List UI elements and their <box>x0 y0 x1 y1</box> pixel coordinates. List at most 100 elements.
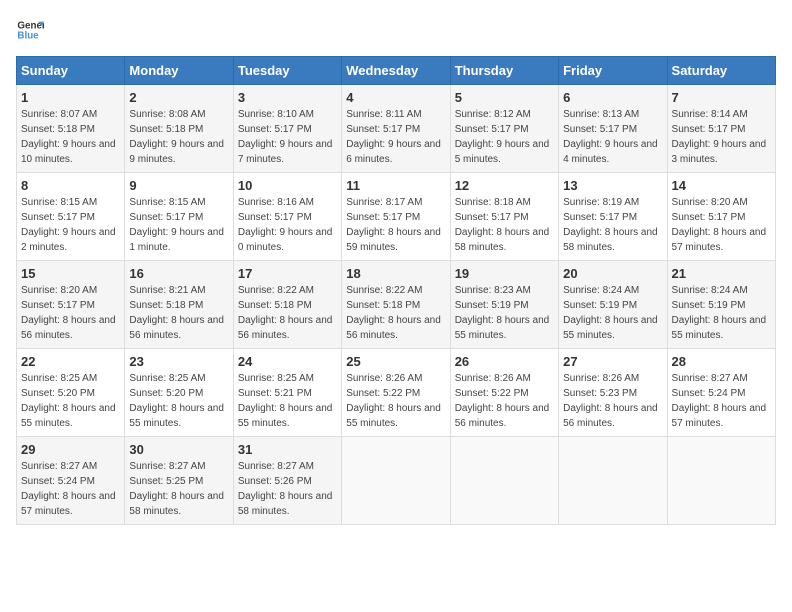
day-info: Sunrise: 8:10 AM Sunset: 5:17 PM Dayligh… <box>238 107 337 167</box>
day-info: Sunrise: 8:27 AM Sunset: 5:24 PM Dayligh… <box>21 459 120 519</box>
header-thursday: Thursday <box>450 57 558 85</box>
day-number: 16 <box>129 266 228 281</box>
day-info: Sunrise: 8:27 AM Sunset: 5:25 PM Dayligh… <box>129 459 228 519</box>
day-info: Sunrise: 8:22 AM Sunset: 5:18 PM Dayligh… <box>346 283 445 343</box>
day-info: Sunrise: 8:15 AM Sunset: 5:17 PM Dayligh… <box>21 195 120 255</box>
day-number: 8 <box>21 178 120 193</box>
header-saturday: Saturday <box>667 57 775 85</box>
day-cell: 27 Sunrise: 8:26 AM Sunset: 5:23 PM Dayl… <box>559 349 667 437</box>
day-info: Sunrise: 8:13 AM Sunset: 5:17 PM Dayligh… <box>563 107 662 167</box>
page-header: General Blue <box>16 16 776 44</box>
day-info: Sunrise: 8:11 AM Sunset: 5:17 PM Dayligh… <box>346 107 445 167</box>
day-info: Sunrise: 8:26 AM Sunset: 5:22 PM Dayligh… <box>346 371 445 431</box>
day-cell: 8 Sunrise: 8:15 AM Sunset: 5:17 PM Dayli… <box>17 173 125 261</box>
day-cell <box>342 437 450 525</box>
day-info: Sunrise: 8:21 AM Sunset: 5:18 PM Dayligh… <box>129 283 228 343</box>
day-cell: 1 Sunrise: 8:07 AM Sunset: 5:18 PM Dayli… <box>17 85 125 173</box>
day-number: 14 <box>672 178 771 193</box>
day-number: 27 <box>563 354 662 369</box>
calendar-table: SundayMondayTuesdayWednesdayThursdayFrid… <box>16 56 776 525</box>
day-info: Sunrise: 8:26 AM Sunset: 5:23 PM Dayligh… <box>563 371 662 431</box>
week-row-3: 15 Sunrise: 8:20 AM Sunset: 5:17 PM Dayl… <box>17 261 776 349</box>
day-number: 19 <box>455 266 554 281</box>
day-cell: 5 Sunrise: 8:12 AM Sunset: 5:17 PM Dayli… <box>450 85 558 173</box>
day-cell: 12 Sunrise: 8:18 AM Sunset: 5:17 PM Dayl… <box>450 173 558 261</box>
day-number: 25 <box>346 354 445 369</box>
day-info: Sunrise: 8:08 AM Sunset: 5:18 PM Dayligh… <box>129 107 228 167</box>
day-cell: 13 Sunrise: 8:19 AM Sunset: 5:17 PM Dayl… <box>559 173 667 261</box>
header-sunday: Sunday <box>17 57 125 85</box>
day-info: Sunrise: 8:15 AM Sunset: 5:17 PM Dayligh… <box>129 195 228 255</box>
day-number: 6 <box>563 90 662 105</box>
day-number: 11 <box>346 178 445 193</box>
day-number: 31 <box>238 442 337 457</box>
header-row: SundayMondayTuesdayWednesdayThursdayFrid… <box>17 57 776 85</box>
day-info: Sunrise: 8:27 AM Sunset: 5:24 PM Dayligh… <box>672 371 771 431</box>
day-number: 23 <box>129 354 228 369</box>
day-info: Sunrise: 8:24 AM Sunset: 5:19 PM Dayligh… <box>563 283 662 343</box>
day-cell: 2 Sunrise: 8:08 AM Sunset: 5:18 PM Dayli… <box>125 85 233 173</box>
day-cell: 20 Sunrise: 8:24 AM Sunset: 5:19 PM Dayl… <box>559 261 667 349</box>
day-number: 20 <box>563 266 662 281</box>
day-info: Sunrise: 8:07 AM Sunset: 5:18 PM Dayligh… <box>21 107 120 167</box>
day-cell: 21 Sunrise: 8:24 AM Sunset: 5:19 PM Dayl… <box>667 261 775 349</box>
day-info: Sunrise: 8:25 AM Sunset: 5:21 PM Dayligh… <box>238 371 337 431</box>
day-cell: 26 Sunrise: 8:26 AM Sunset: 5:22 PM Dayl… <box>450 349 558 437</box>
day-info: Sunrise: 8:24 AM Sunset: 5:19 PM Dayligh… <box>672 283 771 343</box>
day-number: 24 <box>238 354 337 369</box>
day-number: 18 <box>346 266 445 281</box>
day-number: 2 <box>129 90 228 105</box>
day-cell: 3 Sunrise: 8:10 AM Sunset: 5:17 PM Dayli… <box>233 85 341 173</box>
day-cell: 22 Sunrise: 8:25 AM Sunset: 5:20 PM Dayl… <box>17 349 125 437</box>
week-row-2: 8 Sunrise: 8:15 AM Sunset: 5:17 PM Dayli… <box>17 173 776 261</box>
day-info: Sunrise: 8:19 AM Sunset: 5:17 PM Dayligh… <box>563 195 662 255</box>
day-cell: 9 Sunrise: 8:15 AM Sunset: 5:17 PM Dayli… <box>125 173 233 261</box>
day-number: 21 <box>672 266 771 281</box>
day-cell: 31 Sunrise: 8:27 AM Sunset: 5:26 PM Dayl… <box>233 437 341 525</box>
day-info: Sunrise: 8:18 AM Sunset: 5:17 PM Dayligh… <box>455 195 554 255</box>
week-row-5: 29 Sunrise: 8:27 AM Sunset: 5:24 PM Dayl… <box>17 437 776 525</box>
day-info: Sunrise: 8:20 AM Sunset: 5:17 PM Dayligh… <box>21 283 120 343</box>
day-cell: 11 Sunrise: 8:17 AM Sunset: 5:17 PM Dayl… <box>342 173 450 261</box>
day-number: 13 <box>563 178 662 193</box>
day-number: 4 <box>346 90 445 105</box>
week-row-1: 1 Sunrise: 8:07 AM Sunset: 5:18 PM Dayli… <box>17 85 776 173</box>
day-cell <box>667 437 775 525</box>
day-number: 7 <box>672 90 771 105</box>
day-cell: 29 Sunrise: 8:27 AM Sunset: 5:24 PM Dayl… <box>17 437 125 525</box>
day-info: Sunrise: 8:25 AM Sunset: 5:20 PM Dayligh… <box>21 371 120 431</box>
day-cell: 10 Sunrise: 8:16 AM Sunset: 5:17 PM Dayl… <box>233 173 341 261</box>
day-info: Sunrise: 8:23 AM Sunset: 5:19 PM Dayligh… <box>455 283 554 343</box>
day-info: Sunrise: 8:26 AM Sunset: 5:22 PM Dayligh… <box>455 371 554 431</box>
day-cell: 16 Sunrise: 8:21 AM Sunset: 5:18 PM Dayl… <box>125 261 233 349</box>
day-number: 22 <box>21 354 120 369</box>
day-number: 30 <box>129 442 228 457</box>
logo: General Blue <box>16 16 44 44</box>
day-cell: 30 Sunrise: 8:27 AM Sunset: 5:25 PM Dayl… <box>125 437 233 525</box>
day-cell: 15 Sunrise: 8:20 AM Sunset: 5:17 PM Dayl… <box>17 261 125 349</box>
day-cell: 7 Sunrise: 8:14 AM Sunset: 5:17 PM Dayli… <box>667 85 775 173</box>
day-cell: 18 Sunrise: 8:22 AM Sunset: 5:18 PM Dayl… <box>342 261 450 349</box>
day-info: Sunrise: 8:25 AM Sunset: 5:20 PM Dayligh… <box>129 371 228 431</box>
day-number: 29 <box>21 442 120 457</box>
day-cell: 25 Sunrise: 8:26 AM Sunset: 5:22 PM Dayl… <box>342 349 450 437</box>
day-number: 5 <box>455 90 554 105</box>
day-cell <box>450 437 558 525</box>
header-friday: Friday <box>559 57 667 85</box>
day-info: Sunrise: 8:12 AM Sunset: 5:17 PM Dayligh… <box>455 107 554 167</box>
day-cell: 17 Sunrise: 8:22 AM Sunset: 5:18 PM Dayl… <box>233 261 341 349</box>
day-number: 26 <box>455 354 554 369</box>
day-cell: 14 Sunrise: 8:20 AM Sunset: 5:17 PM Dayl… <box>667 173 775 261</box>
day-number: 28 <box>672 354 771 369</box>
day-cell: 28 Sunrise: 8:27 AM Sunset: 5:24 PM Dayl… <box>667 349 775 437</box>
day-cell: 24 Sunrise: 8:25 AM Sunset: 5:21 PM Dayl… <box>233 349 341 437</box>
day-info: Sunrise: 8:16 AM Sunset: 5:17 PM Dayligh… <box>238 195 337 255</box>
day-cell: 4 Sunrise: 8:11 AM Sunset: 5:17 PM Dayli… <box>342 85 450 173</box>
header-monday: Monday <box>125 57 233 85</box>
day-info: Sunrise: 8:22 AM Sunset: 5:18 PM Dayligh… <box>238 283 337 343</box>
day-cell: 19 Sunrise: 8:23 AM Sunset: 5:19 PM Dayl… <box>450 261 558 349</box>
header-wednesday: Wednesday <box>342 57 450 85</box>
day-number: 3 <box>238 90 337 105</box>
day-cell: 23 Sunrise: 8:25 AM Sunset: 5:20 PM Dayl… <box>125 349 233 437</box>
header-tuesday: Tuesday <box>233 57 341 85</box>
